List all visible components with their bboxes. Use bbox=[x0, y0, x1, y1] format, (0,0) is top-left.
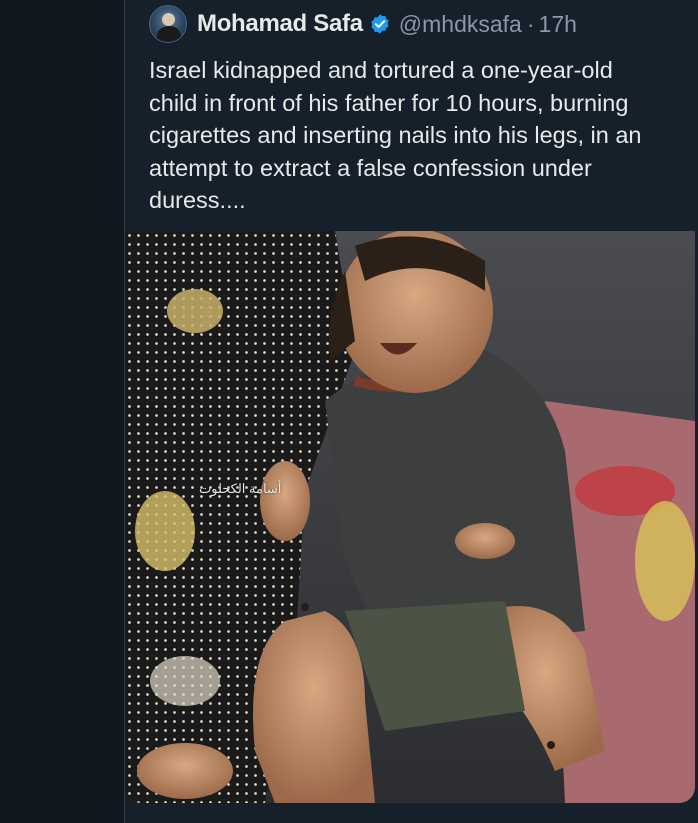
page: Mohamad Safa @mhdksafa · 17h Israel kidn… bbox=[0, 0, 698, 823]
photo-illustration bbox=[125, 231, 695, 803]
separator-dot: · bbox=[526, 10, 535, 37]
tweet-text: Israel kidnapped and tortured a one-year… bbox=[149, 57, 642, 213]
photo-watermark: أسامة الكحلوت bbox=[199, 481, 282, 496]
avatar-head bbox=[162, 13, 175, 26]
tweet-header: Mohamad Safa @mhdksafa · 17h bbox=[149, 2, 577, 46]
tweet-media-photo[interactable]: أسامة الكحلوت bbox=[125, 231, 695, 803]
avatar-body bbox=[157, 26, 181, 42]
left-gutter bbox=[0, 0, 124, 823]
author-handle[interactable]: @mhdksafa bbox=[399, 11, 522, 38]
author-name[interactable]: Mohamad Safa bbox=[197, 10, 363, 38]
verified-badge-icon bbox=[369, 13, 391, 35]
avatar[interactable] bbox=[149, 5, 187, 43]
tweet[interactable]: Mohamad Safa @mhdksafa · 17h Israel kidn… bbox=[124, 0, 698, 823]
tweet-timestamp[interactable]: 17h bbox=[539, 11, 577, 38]
